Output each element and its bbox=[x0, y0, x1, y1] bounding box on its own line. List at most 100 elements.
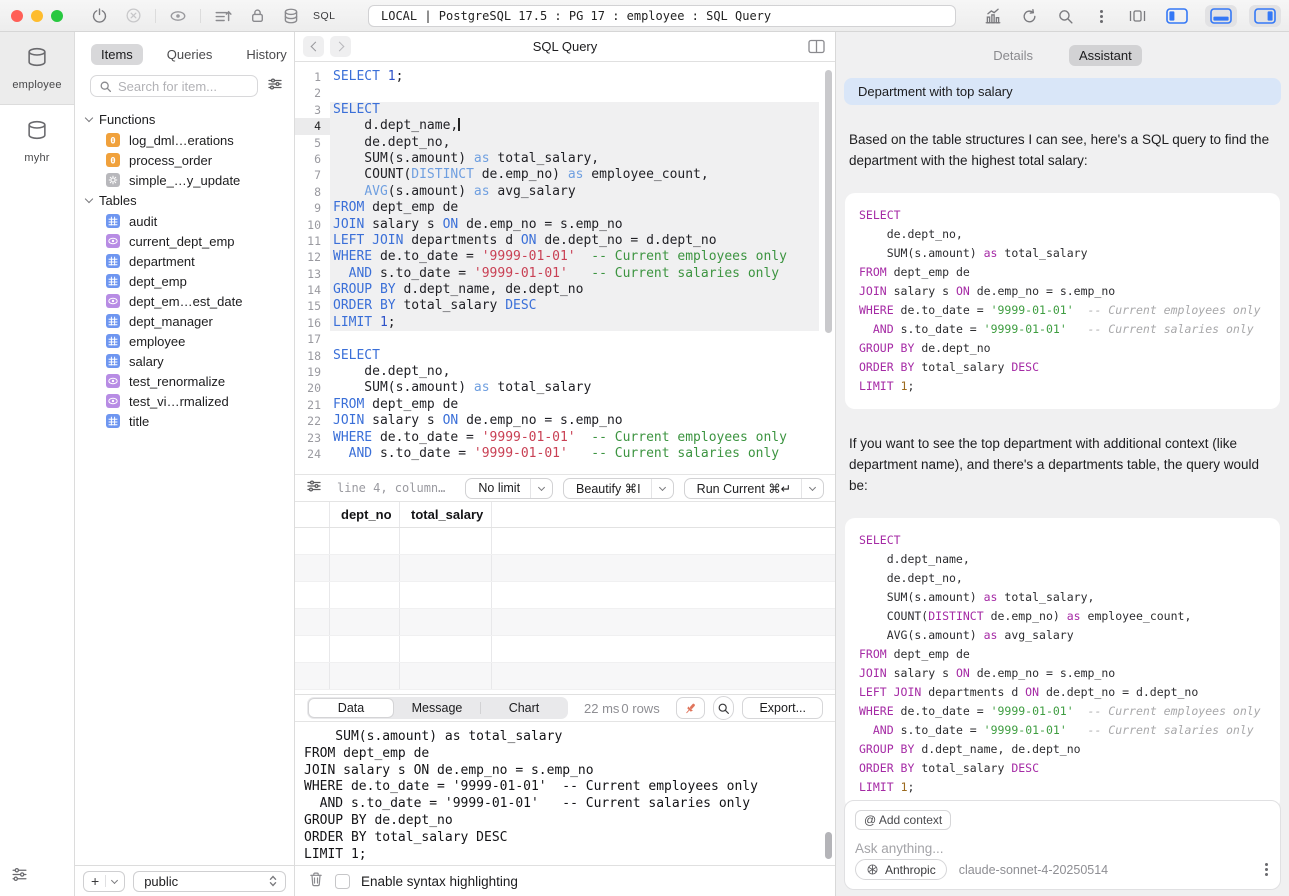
chart-icon[interactable] bbox=[981, 4, 1005, 28]
table-row[interactable] bbox=[295, 528, 835, 555]
column-header-total-salary[interactable]: total_salary bbox=[400, 502, 492, 527]
tab-data[interactable]: Data bbox=[308, 698, 394, 718]
editor-line-24[interactable]: 24 AND s.to_date = '9999-01-01' -- Curre… bbox=[295, 446, 835, 462]
editor-scrollbar[interactable] bbox=[825, 70, 832, 333]
run-current-button[interactable]: Run Current ⌘↵ bbox=[684, 478, 825, 499]
editor-line-10[interactable]: 10JOIN salary s ON de.emp_no = s.emp_no bbox=[295, 217, 835, 233]
split-editor-icon[interactable] bbox=[808, 39, 825, 59]
pin-results-button[interactable] bbox=[676, 697, 705, 719]
editor-line-17[interactable]: 17 bbox=[295, 331, 835, 347]
tree-section-functions[interactable]: Functions bbox=[75, 109, 294, 130]
tree-item-simple-y-update[interactable]: simple_…y_update bbox=[75, 170, 294, 190]
preview-eye-icon[interactable] bbox=[166, 4, 190, 28]
limit-dropdown[interactable]: No limit bbox=[465, 478, 553, 499]
minimize-window-button[interactable] bbox=[31, 10, 43, 22]
forward-button[interactable] bbox=[330, 36, 351, 57]
editor-line-6[interactable]: 6 SUM(s.amount) as total_salary, bbox=[295, 151, 835, 167]
tab-message[interactable]: Message bbox=[394, 698, 480, 718]
tab-items[interactable]: Items bbox=[91, 44, 143, 65]
close-window-button[interactable] bbox=[11, 10, 23, 22]
tab-assistant[interactable]: Assistant bbox=[1069, 45, 1142, 66]
trash-icon[interactable] bbox=[308, 871, 324, 892]
tab-details[interactable]: Details bbox=[983, 45, 1043, 66]
schema-select[interactable]: public bbox=[133, 871, 286, 892]
table-row[interactable] bbox=[295, 609, 835, 636]
editor-line-8[interactable]: 8 AVG(s.amount) as avg_salary bbox=[295, 184, 835, 200]
editor-settings-icon[interactable] bbox=[305, 478, 323, 499]
editor-line-1[interactable]: 1SELECT 1; bbox=[295, 69, 835, 85]
tree-section-tables[interactable]: Tables bbox=[75, 190, 294, 211]
editor-line-19[interactable]: 19 de.dept_no, bbox=[295, 364, 835, 380]
tree-item-employee[interactable]: employee bbox=[75, 331, 294, 351]
query-log-panel[interactable]: SUM(s.amount) as total_salaryFROM dept_e… bbox=[295, 722, 835, 865]
tab-queries[interactable]: Queries bbox=[157, 44, 223, 65]
editor-line-16[interactable]: 16LIMIT 1; bbox=[295, 315, 835, 331]
rail-settings-icon[interactable] bbox=[10, 866, 29, 888]
export-button[interactable]: Export... bbox=[742, 697, 823, 719]
editor-line-22[interactable]: 22JOIN salary s ON de.emp_no = s.emp_no bbox=[295, 413, 835, 429]
editor-line-13[interactable]: 13 AND s.to_date = '9999-01-01' -- Curre… bbox=[295, 266, 835, 282]
editor-line-2[interactable]: 2 bbox=[295, 85, 835, 101]
tree-item-test-vi-rmalized[interactable]: test_vi…rmalized bbox=[75, 391, 294, 411]
refresh-icon[interactable] bbox=[1017, 4, 1041, 28]
editor-line-5[interactable]: 5 de.dept_no, bbox=[295, 135, 835, 151]
toggle-bottom-panel-button[interactable] bbox=[1205, 5, 1237, 27]
assistant-code-block-1[interactable]: SELECT de.dept_no, SUM(s.amount) as tota… bbox=[845, 193, 1280, 409]
connection-myhr[interactable]: myhr bbox=[0, 105, 74, 177]
add-context-button[interactable]: @ Add context bbox=[855, 810, 951, 830]
lock-icon[interactable] bbox=[245, 4, 269, 28]
editor-line-18[interactable]: 18SELECT bbox=[295, 348, 835, 364]
tree-item-current-dept-emp[interactable]: current_dept_emp bbox=[75, 231, 294, 251]
tree-item-department[interactable]: department bbox=[75, 251, 294, 271]
tree-item-dept-manager[interactable]: dept_manager bbox=[75, 311, 294, 331]
search-results-button[interactable] bbox=[713, 696, 735, 720]
provider-selector[interactable]: Anthropic bbox=[855, 859, 947, 880]
editor-line-14[interactable]: 14GROUP BY d.dept_name, de.dept_no bbox=[295, 282, 835, 298]
editor-line-15[interactable]: 15ORDER BY total_salary DESC bbox=[295, 298, 835, 314]
database-icon[interactable] bbox=[279, 4, 303, 28]
toggle-right-panel-button[interactable] bbox=[1249, 5, 1281, 27]
toggle-left-panel-button[interactable] bbox=[1161, 5, 1193, 27]
tree-item-audit[interactable]: audit bbox=[75, 211, 294, 231]
connection-power-icon[interactable] bbox=[87, 4, 111, 28]
assistant-code-block-2[interactable]: SELECT d.dept_name, de.dept_no, SUM(s.am… bbox=[845, 518, 1280, 810]
tree-item-process-order[interactable]: 0process_order bbox=[75, 150, 294, 170]
beautify-button[interactable]: Beautify ⌘I bbox=[563, 478, 674, 499]
table-row[interactable] bbox=[295, 636, 835, 663]
table-row[interactable] bbox=[295, 582, 835, 609]
log-scrollbar[interactable] bbox=[825, 832, 832, 859]
tree-item-test-renormalize[interactable]: test_renormalize bbox=[75, 371, 294, 391]
conversation-title-banner[interactable]: Department with top salary bbox=[844, 78, 1281, 105]
tab-history[interactable]: History bbox=[236, 44, 296, 65]
editor-line-20[interactable]: 20 SUM(s.amount) as total_salary bbox=[295, 380, 835, 396]
tree-item-salary[interactable]: salary bbox=[75, 351, 294, 371]
chat-options-icon[interactable] bbox=[1265, 868, 1268, 871]
editor-line-21[interactable]: 21FROM dept_emp de bbox=[295, 397, 835, 413]
back-button[interactable] bbox=[303, 36, 324, 57]
editor-line-7[interactable]: 7 COUNT(DISTINCT de.emp_no) as employee_… bbox=[295, 167, 835, 183]
commit-push-icon[interactable] bbox=[211, 4, 235, 28]
kebab-menu-icon[interactable] bbox=[1089, 4, 1113, 28]
search-input[interactable]: Search for item... bbox=[90, 75, 258, 97]
filter-icon[interactable] bbox=[266, 76, 284, 97]
center-layout-icon[interactable] bbox=[1125, 4, 1149, 28]
editor-line-11[interactable]: 11LEFT JOIN departments d ON de.dept_no … bbox=[295, 233, 835, 249]
tab-chart[interactable]: Chart bbox=[481, 698, 567, 718]
zoom-window-button[interactable] bbox=[51, 10, 63, 22]
syntax-highlighting-checkbox[interactable] bbox=[335, 874, 350, 889]
ask-input[interactable]: Ask anything... bbox=[855, 841, 1270, 856]
search-icon[interactable] bbox=[1053, 4, 1077, 28]
editor-line-23[interactable]: 23WHERE de.to_date = '9999-01-01' -- Cur… bbox=[295, 430, 835, 446]
table-row[interactable] bbox=[295, 663, 835, 690]
tree-item-log-dml-erations[interactable]: 0log_dml…erations bbox=[75, 130, 294, 150]
add-item-button[interactable]: + bbox=[83, 871, 125, 892]
editor-line-4[interactable]: 4 d.dept_name, bbox=[295, 118, 835, 134]
tree-item-dept-emp[interactable]: dept_emp bbox=[75, 271, 294, 291]
column-header-dept-no[interactable]: dept_no bbox=[330, 502, 400, 527]
editor-line-9[interactable]: 9FROM dept_emp de bbox=[295, 200, 835, 216]
tree-item-dept-em-est-date[interactable]: dept_em…est_date bbox=[75, 291, 294, 311]
table-row[interactable] bbox=[295, 555, 835, 582]
connection-employee[interactable]: employee bbox=[0, 32, 74, 105]
sql-editor[interactable]: 1SELECT 1;23SELECT4 d.dept_name,5 de.dep… bbox=[295, 62, 835, 475]
disconnect-icon[interactable] bbox=[121, 4, 145, 28]
